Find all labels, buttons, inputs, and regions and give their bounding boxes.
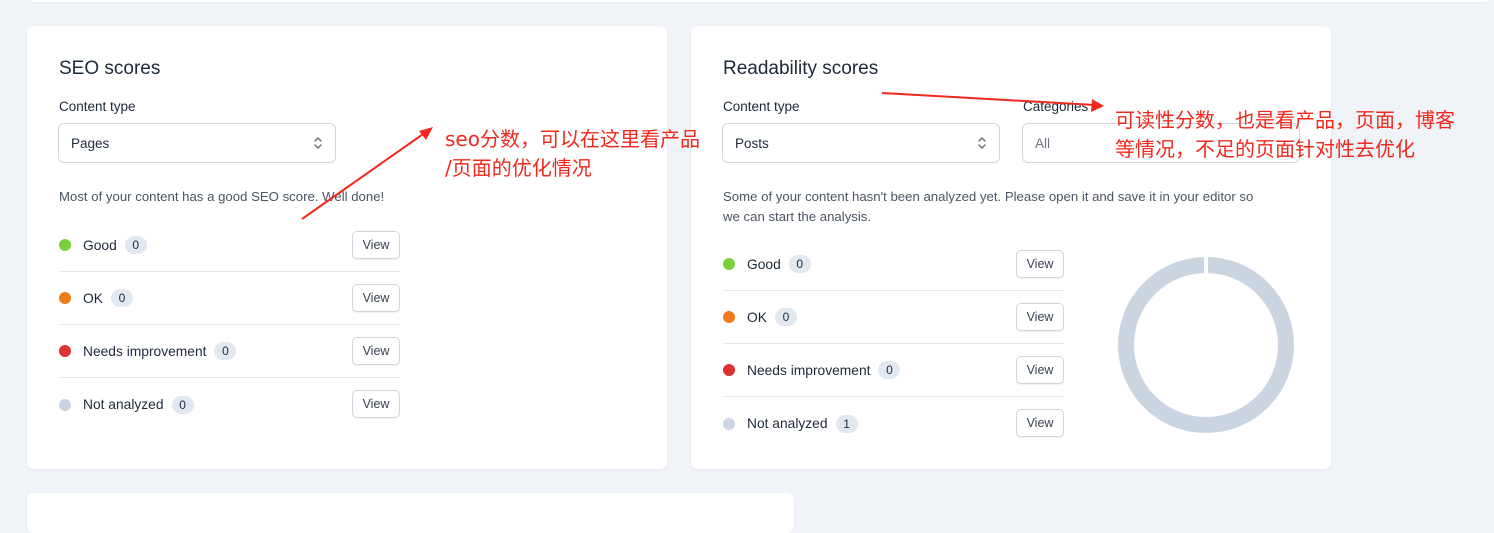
seo-content-type-select[interactable]: Pages xyxy=(58,123,336,163)
chevron-up-down-icon xyxy=(314,137,322,149)
view-ok-button[interactable]: View xyxy=(1016,303,1064,331)
row-label: OK xyxy=(83,290,103,306)
seo-content-type-value: Pages xyxy=(71,135,110,151)
chevron-up-down-icon xyxy=(978,137,986,149)
not-analyzed-status-dot xyxy=(723,417,735,430)
readability-row-not-analyzed: Not analyzed 1 View xyxy=(723,397,1064,450)
view-not-analyzed-button[interactable]: View xyxy=(1016,409,1064,437)
view-needs-improvement-button[interactable]: View xyxy=(1016,356,1064,384)
seo-scores-title: SEO scores xyxy=(59,58,161,79)
readability-donut-chart xyxy=(1118,256,1294,433)
seo-annotation-line1: seo分数，可以在这里看产品 xyxy=(445,127,700,151)
count-badge: 1 xyxy=(835,414,858,433)
seo-content-type-label: Content type xyxy=(59,99,136,114)
seo-row-good: Good 0 View xyxy=(59,219,400,272)
previous-panel xyxy=(27,0,1492,2)
view-not-analyzed-button[interactable]: View xyxy=(352,390,400,418)
readability-message: Some of your content hasn't been analyze… xyxy=(723,187,1303,227)
count-badge: 0 xyxy=(110,289,133,307)
readability-row-needs-improvement: Needs improvement 0 View xyxy=(723,344,1064,397)
seo-annotation: seo分数，可以在这里看产品 /页面的优化情况 xyxy=(445,125,700,183)
row-label: Needs improvement xyxy=(83,343,207,359)
next-panel xyxy=(27,493,794,533)
count-badge: 0 xyxy=(214,342,237,360)
good-status-dot xyxy=(59,239,71,251)
seo-message: Most of your content has a good SEO scor… xyxy=(59,189,385,204)
row-label: OK xyxy=(747,309,767,325)
view-needs-improvement-button[interactable]: View xyxy=(352,337,400,365)
row-label: Not analyzed xyxy=(83,397,164,412)
seo-row-ok: OK 0 View xyxy=(59,272,400,325)
readability-row-good: Good 0 View xyxy=(723,238,1064,291)
good-status-dot xyxy=(723,258,735,270)
readability-content-type-select[interactable]: Posts xyxy=(722,123,1000,163)
row-label: Not analyzed xyxy=(747,416,828,431)
row-label: Good xyxy=(747,256,781,272)
readability-scores-title: Readability scores xyxy=(723,58,879,79)
row-label: Needs improvement xyxy=(747,362,871,378)
count-badge: 0 xyxy=(788,255,811,273)
readability-row-ok: OK 0 View xyxy=(723,291,1064,344)
readability-content-type-value: Posts xyxy=(735,135,769,151)
seo-scores-card: SEO scores Content type Pages Most of yo… xyxy=(27,26,667,469)
count-badge: 0 xyxy=(878,361,901,379)
needs-improvement-status-dot xyxy=(723,364,735,376)
view-good-button[interactable]: View xyxy=(352,231,400,259)
view-good-button[interactable]: View xyxy=(1016,250,1064,278)
count-badge: 0 xyxy=(774,308,797,326)
readability-annotation-line1: 可读性分数，也是看产品，页面，博客 xyxy=(1115,108,1455,132)
categories-label: Categories xyxy=(1023,99,1089,114)
readability-message-line2: we can start the analysis. xyxy=(723,209,872,224)
needs-improvement-status-dot xyxy=(59,345,71,357)
ok-status-dot xyxy=(59,292,71,304)
readability-annotation-line2: 等情况，不足的页面针对性去优化 xyxy=(1115,137,1415,161)
seo-annotation-line2: /页面的优化情况 xyxy=(445,156,592,180)
not-analyzed-status-dot xyxy=(59,398,71,411)
seo-row-needs-improvement: Needs improvement 0 View xyxy=(59,325,400,378)
view-ok-button[interactable]: View xyxy=(352,284,400,312)
categories-value: All xyxy=(1035,135,1051,151)
ok-status-dot xyxy=(723,311,735,323)
row-label: Good xyxy=(83,237,117,253)
seo-row-not-analyzed: Not analyzed 0 View xyxy=(59,378,400,431)
readability-message-line1: Some of your content hasn't been analyze… xyxy=(723,189,1254,204)
readability-content-type-label: Content type xyxy=(723,99,800,114)
count-badge: 0 xyxy=(171,395,194,414)
donut-ring xyxy=(1118,257,1294,433)
count-badge: 0 xyxy=(124,236,147,254)
readability-scores-card: Readability scores Content type Posts Ca… xyxy=(691,26,1331,469)
readability-annotation: 可读性分数，也是看产品，页面，博客 等情况，不足的页面针对性去优化 xyxy=(1115,106,1455,164)
